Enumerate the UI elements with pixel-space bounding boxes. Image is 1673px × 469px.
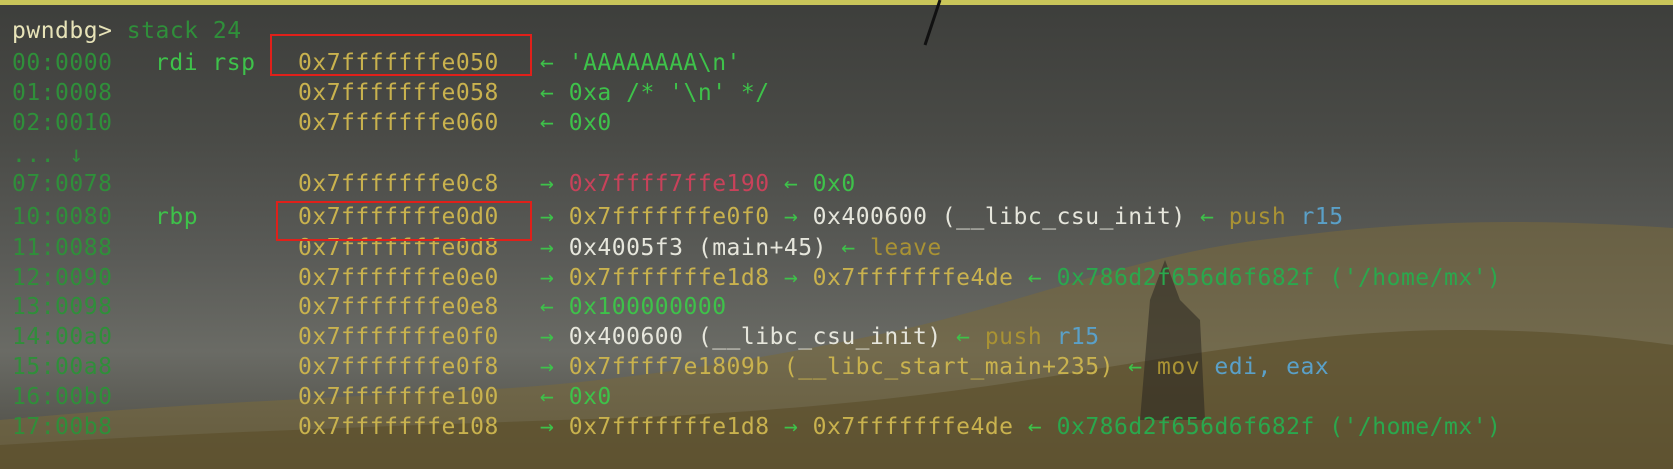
stack-value-chain: ← 0x0	[540, 108, 612, 138]
stack-value: 0x7fffffffe1d8	[568, 414, 770, 440]
stack-value: edi, eax	[1214, 354, 1330, 380]
stack-value-chain: → 0x7fffffffe1d8 → 0x7fffffffe4de ← 0x78…	[540, 263, 1501, 293]
stack-offset: ... ↓	[12, 142, 84, 168]
stack-value: 0x0	[568, 384, 612, 410]
arrow-icon: →	[540, 324, 555, 350]
command-text: stack 24	[126, 18, 242, 44]
stack-value: 0x4005f3 (main+45)	[568, 235, 827, 261]
stack-address: 0x7fffffffe060	[298, 110, 499, 136]
arrow-icon: ←	[783, 171, 799, 197]
stack-address: 0x7fffffffe100	[298, 384, 499, 410]
stack-offset: 12:0090	[12, 265, 113, 291]
register-label: rbp	[155, 204, 199, 230]
stack-offset: 15:00a8	[12, 354, 113, 380]
stack-value: 0x786d2f656d6f682f ('/home/mx')	[1056, 265, 1502, 291]
arrow-icon: ←	[540, 50, 555, 76]
arrow-icon: ←	[540, 384, 555, 410]
prompt-label: pwndbg>	[12, 18, 113, 44]
highlight-box-rsp	[270, 34, 532, 76]
prompt-line: pwndbg> stack 24	[12, 16, 242, 46]
stack-offset: 01:0008	[12, 80, 113, 106]
stack-value: mov	[1157, 354, 1201, 380]
stack-value: 0x400600 (__libc_csu_init)	[812, 204, 1186, 230]
stack-value: r15	[1300, 204, 1344, 230]
stack-address: 0x7fffffffe0c8	[298, 171, 499, 197]
stack-offset: 16:00b0	[12, 384, 113, 410]
stack-address: 0x7fffffffe058	[298, 80, 499, 106]
stack-value: 0x0	[568, 110, 612, 136]
stack-value-chain: → 0x7ffff7e1809b (__libc_start_main+235)…	[540, 352, 1329, 382]
arrow-icon: ←	[956, 324, 971, 350]
stack-offset: 02:0010	[12, 110, 113, 136]
arrow-icon: →	[540, 354, 555, 380]
stack-value: 'AAAAAAAA\n'	[568, 50, 741, 76]
stack-value-chain: ← 0x0	[540, 382, 612, 412]
arrow-icon: →	[783, 265, 799, 291]
stack-offset: 11:0088	[12, 235, 113, 261]
stack-address: 0x7fffffffe0f8	[298, 354, 499, 380]
stack-value: 0x100000000	[568, 294, 727, 320]
stack-value: 0x7ffff7ffe190	[568, 171, 770, 197]
stack-address: 0x7fffffffe0f0	[298, 324, 499, 350]
arrow-icon: ←	[1027, 414, 1043, 440]
arrow-icon: ←	[540, 294, 555, 320]
stack-offset: 07:0078	[12, 171, 113, 197]
stack-value-chain: ← 'AAAAAAAA\n'	[540, 48, 741, 78]
stack-value: 0x0	[812, 171, 856, 197]
register-label: rdi rsp	[155, 50, 256, 76]
arrow-icon: →	[540, 204, 555, 230]
stack-value-chain: ← 0x100000000	[540, 292, 727, 322]
stack-value: 0x7ffff7e1809b (__libc_start_main+235)	[568, 354, 1114, 380]
stack-offset: 14:00a0	[12, 324, 113, 350]
arrow-icon: ←	[1128, 354, 1143, 380]
arrow-icon: →	[540, 235, 555, 261]
stack-address: 0x7fffffffe108	[298, 414, 499, 440]
arrow-icon: →	[540, 265, 555, 291]
stack-value-chain: → 0x7ffff7ffe190 ← 0x0	[540, 169, 856, 199]
stack-value: 0x786d2f656d6f682f ('/home/mx')	[1056, 414, 1502, 440]
stack-value: 0xa /* '\n' */	[568, 80, 770, 106]
stack-offset: 13:0098	[12, 294, 113, 320]
stack-offset: 10:0080	[12, 204, 113, 230]
highlight-box-rbp	[276, 201, 532, 241]
stack-offset: 00:0000	[12, 50, 113, 76]
arrow-icon: ←	[1027, 265, 1043, 291]
stack-value: 0x7fffffffe4de	[812, 265, 1014, 291]
arrow-icon: →	[540, 171, 555, 197]
arrow-icon: →	[783, 204, 799, 230]
stack-value-chain: → 0x7fffffffe0f0 → 0x400600 (__libc_csu_…	[540, 202, 1344, 232]
arrow-icon: ←	[540, 110, 555, 136]
stack-value: 0x7fffffffe0f0	[568, 204, 770, 230]
stack-value: leave	[870, 235, 942, 261]
terminal-window[interactable]: pwndbg> stack 24 00:0000 rdi rsp 0x7ffffff…	[0, 0, 1673, 469]
stack-value: push	[984, 324, 1043, 350]
stack-value: 0x400600 (__libc_csu_init)	[568, 324, 942, 350]
stack-value-chain: → 0x7fffffffe1d8 → 0x7fffffffe4de ← 0x78…	[540, 412, 1501, 442]
stack-offset: 17:00b8	[12, 414, 113, 440]
stack-value-chain: → 0x400600 (__libc_csu_init) ← push r15	[540, 322, 1100, 352]
stack-address: 0x7fffffffe0e8	[298, 294, 499, 320]
arrow-icon: ←	[1200, 204, 1215, 230]
stack-value: push	[1228, 204, 1287, 230]
arrow-icon: →	[783, 414, 799, 440]
arrow-icon: ←	[540, 80, 555, 106]
stack-value: 0x7fffffffe1d8	[568, 265, 770, 291]
stack-value: 0x7fffffffe4de	[812, 414, 1014, 440]
stack-value-chain: → 0x4005f3 (main+45) ← leave	[540, 233, 942, 263]
stack-value-chain: ← 0xa /* '\n' */	[540, 78, 770, 108]
arrow-icon: →	[540, 414, 555, 440]
stack-address: 0x7fffffffe0e0	[298, 265, 499, 291]
stack-value: r15	[1056, 324, 1100, 350]
arrow-icon: ←	[841, 235, 856, 261]
